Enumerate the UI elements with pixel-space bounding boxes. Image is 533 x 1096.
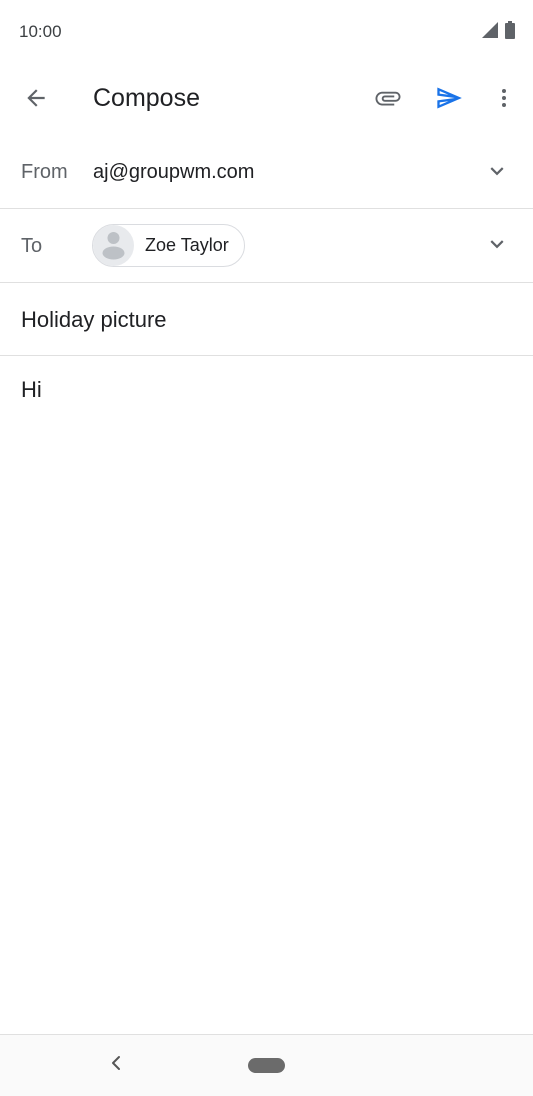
nav-back-icon — [109, 1055, 123, 1076]
chevron-down-icon — [484, 158, 510, 189]
navigation-bar — [0, 1034, 533, 1096]
signal-icon — [481, 21, 499, 44]
to-expand-button[interactable] — [481, 230, 513, 262]
to-label: To — [21, 235, 43, 257]
back-arrow-icon — [23, 85, 49, 116]
page-title: Compose — [93, 84, 200, 112]
status-icons — [481, 20, 515, 44]
more-vert-icon — [492, 86, 516, 115]
recipient-chip[interactable]: Zoe Taylor — [92, 224, 245, 267]
app-bar: Compose — [0, 64, 533, 136]
attach-button[interactable] — [366, 78, 410, 122]
avatar — [93, 225, 134, 266]
subject-text: Holiday picture — [21, 307, 167, 332]
subject-field[interactable]: Holiday picture — [0, 283, 533, 356]
back-button[interactable] — [14, 78, 58, 122]
person-icon — [93, 225, 134, 266]
nav-back-button[interactable] — [102, 1051, 130, 1079]
from-row: From aj@groupwm.com — [0, 137, 533, 209]
from-expand-button[interactable] — [481, 157, 513, 189]
send-button[interactable] — [427, 78, 471, 122]
battery-icon — [505, 20, 515, 44]
nav-home-pill[interactable] — [248, 1058, 285, 1073]
from-label: From — [21, 161, 68, 183]
more-options-button[interactable] — [482, 78, 526, 122]
to-row: To Zoe Taylor — [0, 209, 533, 283]
status-bar: 10:00 — [0, 0, 533, 64]
chevron-down-icon — [484, 231, 510, 262]
recipient-name: Zoe Taylor — [145, 235, 229, 255]
body-field[interactable]: Hi — [21, 377, 42, 403]
status-time: 10:00 — [19, 22, 62, 41]
from-value[interactable]: aj@groupwm.com — [93, 161, 254, 184]
send-icon — [435, 84, 463, 117]
paperclip-icon — [373, 83, 403, 118]
